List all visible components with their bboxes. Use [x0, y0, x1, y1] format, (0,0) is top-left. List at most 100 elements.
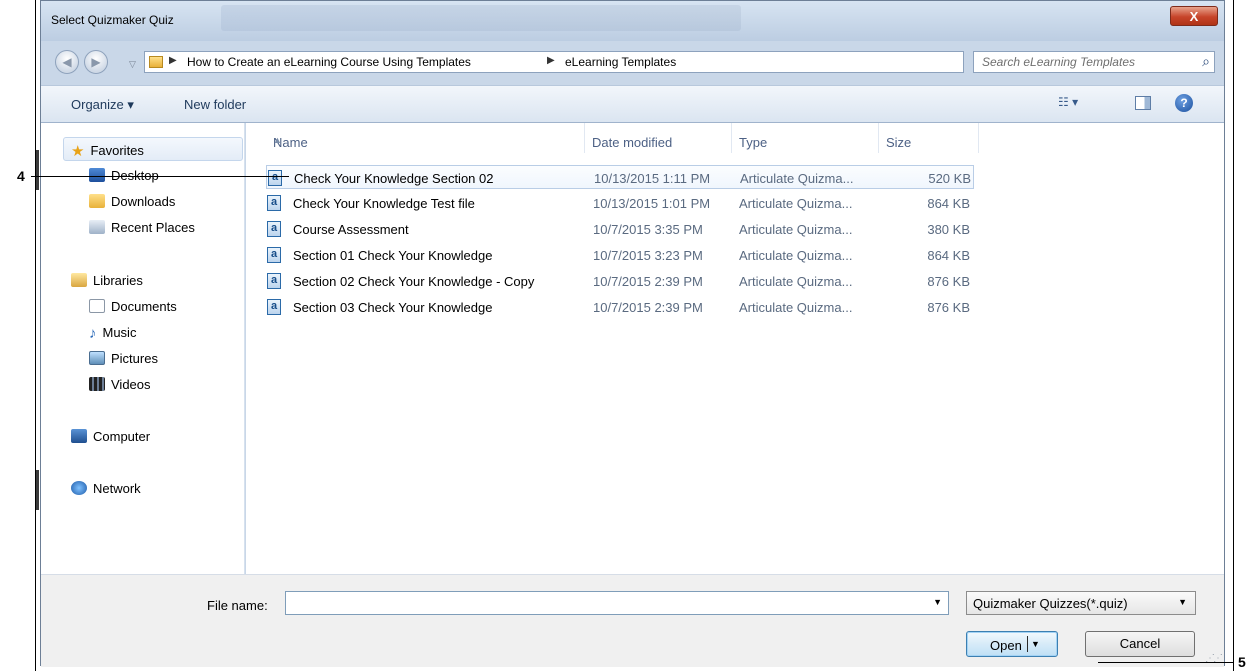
file-type-filter-value: Quizmaker Quizzes(*.quiz): [973, 596, 1128, 611]
column-header-date[interactable]: Date modified: [585, 123, 732, 153]
callout-number-4: 4: [17, 168, 25, 184]
recent-places-icon: [89, 220, 105, 234]
column-header-size[interactable]: Size: [879, 123, 979, 153]
file-row[interactable]: a Course Assessment 10/7/2015 3:35 PM Ar…: [266, 217, 974, 241]
nav-item-videos[interactable]: Videos: [89, 377, 151, 392]
file-name-label: File name:: [207, 598, 268, 613]
open-split-divider: [1027, 636, 1028, 652]
file-size: 520 KB: [928, 171, 971, 186]
sort-ascending-icon: ▲: [273, 135, 282, 145]
libraries-icon: [71, 273, 87, 287]
title-bar: Select Quizmaker Quiz X: [41, 1, 1224, 41]
breadcrumb-item[interactable]: eLearning Templates: [565, 55, 676, 69]
file-name: Check Your Knowledge Section 02: [294, 171, 494, 186]
desktop-icon: [89, 168, 105, 182]
file-size: 876 KB: [927, 274, 970, 289]
frame-shadow: [36, 470, 39, 510]
nav-item-recent-places[interactable]: Recent Places: [89, 220, 195, 235]
command-toolbar: Organize ▾ New folder ☷ ▾ ?: [41, 85, 1224, 123]
callout-leader-line: [1098, 662, 1234, 663]
open-button[interactable]: Open ▼: [966, 631, 1058, 657]
nav-item-label: Music: [102, 325, 137, 340]
file-type: Articulate Quizma...: [739, 196, 853, 211]
quiz-file-icon: a: [267, 273, 281, 289]
column-header-type[interactable]: Type: [732, 123, 879, 153]
new-folder-button[interactable]: New folder: [184, 97, 246, 112]
file-row[interactable]: a Section 01 Check Your Knowledge 10/7/2…: [266, 243, 974, 267]
search-input[interactable]: Search eLearning Templates ⌕: [973, 51, 1215, 73]
file-row[interactable]: a Check Your Knowledge Test file 10/13/2…: [266, 191, 974, 215]
star-icon: ★: [71, 143, 85, 160]
file-size: 864 KB: [927, 248, 970, 263]
nav-item-label: Network: [93, 481, 141, 496]
close-button[interactable]: X: [1170, 6, 1218, 26]
column-header-label: Size: [886, 135, 912, 150]
network-icon: [71, 481, 87, 495]
nav-item-music[interactable]: ♪ Music: [89, 325, 137, 342]
breadcrumb-arrow-icon[interactable]: ▶: [547, 55, 555, 66]
search-placeholder: Search eLearning Templates: [982, 55, 1135, 69]
nav-item-label: Downloads: [111, 194, 176, 209]
column-header-label: Type: [739, 135, 768, 150]
nav-item-favorites[interactable]: ★ Favorites: [71, 142, 144, 160]
file-list: Name ▲ Date modified Type Size a Check Y…: [246, 123, 1224, 574]
documents-icon: [89, 299, 105, 313]
file-date: 10/7/2015 3:35 PM: [593, 222, 703, 237]
file-type: Articulate Quizma...: [739, 248, 853, 263]
nav-item-label: Libraries: [93, 273, 143, 288]
folder-icon: [149, 56, 163, 68]
file-row[interactable]: a Check Your Knowledge Section 02 10/13/…: [266, 165, 974, 189]
nav-item-label: Videos: [111, 377, 151, 392]
file-name-dropdown-icon[interactable]: ▼: [933, 597, 942, 607]
file-name: Section 01 Check Your Knowledge: [293, 248, 493, 263]
computer-icon: [71, 429, 87, 443]
file-type: Articulate Quizma...: [739, 274, 853, 289]
help-icon[interactable]: ?: [1175, 94, 1193, 112]
nav-item-label: Computer: [93, 429, 151, 444]
file-type-filter-select[interactable]: Quizmaker Quizzes(*.quiz) ▼: [966, 591, 1196, 615]
breadcrumb-item[interactable]: How to Create an eLearning Course Using …: [187, 55, 471, 69]
file-name-input[interactable]: ▼: [285, 591, 949, 615]
preview-pane-icon[interactable]: [1135, 96, 1151, 110]
breadcrumb-arrow-icon[interactable]: ▶: [169, 55, 177, 66]
open-options-dropdown-icon[interactable]: ▼: [1031, 639, 1040, 649]
file-name: Check Your Knowledge Test file: [293, 196, 475, 211]
nav-item-downloads[interactable]: Downloads: [89, 194, 175, 209]
file-type: Articulate Quizma...: [740, 171, 854, 186]
quiz-file-icon: a: [267, 221, 281, 237]
search-icon[interactable]: ⌕: [1202, 53, 1210, 70]
nav-item-network[interactable]: Network: [71, 481, 141, 496]
back-arrow-icon: ◀: [62, 55, 72, 69]
callout-number-5: 5: [1238, 654, 1246, 670]
column-header-name[interactable]: Name ▲: [266, 123, 585, 153]
quiz-file-icon: a: [267, 299, 281, 315]
address-bar[interactable]: ▶ How to Create an eLearning Course Usin…: [144, 51, 1060, 73]
file-row[interactable]: a Section 03 Check Your Knowledge 10/7/2…: [266, 295, 974, 319]
file-name: Section 02 Check Your Knowledge - Copy: [293, 274, 535, 289]
videos-icon: [89, 377, 105, 391]
pictures-icon: [89, 351, 105, 365]
file-date: 10/7/2015 2:39 PM: [593, 274, 703, 289]
file-date: 10/13/2015 1:01 PM: [593, 196, 711, 211]
nav-item-label: Favorites: [90, 143, 144, 158]
nav-item-documents[interactable]: Documents: [89, 299, 177, 314]
nav-item-label: Documents: [111, 299, 177, 314]
file-name-panel: File name: ▼ Quizmaker Quizzes(*.quiz) ▼…: [41, 574, 1224, 667]
recent-pages-dropdown[interactable]: ▽: [129, 59, 136, 70]
nav-item-pictures[interactable]: Pictures: [89, 351, 158, 366]
file-row[interactable]: a Section 02 Check Your Knowledge - Copy…: [266, 269, 974, 293]
quiz-file-icon: a: [267, 247, 281, 263]
nav-item-libraries[interactable]: Libraries: [71, 273, 143, 288]
nav-item-computer[interactable]: Computer: [71, 429, 150, 444]
chevron-down-icon: ▼: [1178, 597, 1187, 607]
nav-item-label: Recent Places: [111, 220, 195, 235]
back-button[interactable]: ◀: [55, 50, 79, 74]
frame-shadow: [36, 150, 39, 190]
forward-button[interactable]: ▶: [84, 50, 108, 74]
music-icon: ♪: [89, 325, 97, 342]
cancel-button[interactable]: Cancel: [1085, 631, 1195, 657]
organize-button[interactable]: Organize ▾: [71, 97, 134, 113]
forward-arrow-icon: ▶: [91, 55, 101, 69]
change-view-icon[interactable]: ☷ ▾: [1058, 95, 1078, 109]
file-date: 10/7/2015 3:23 PM: [593, 248, 703, 263]
